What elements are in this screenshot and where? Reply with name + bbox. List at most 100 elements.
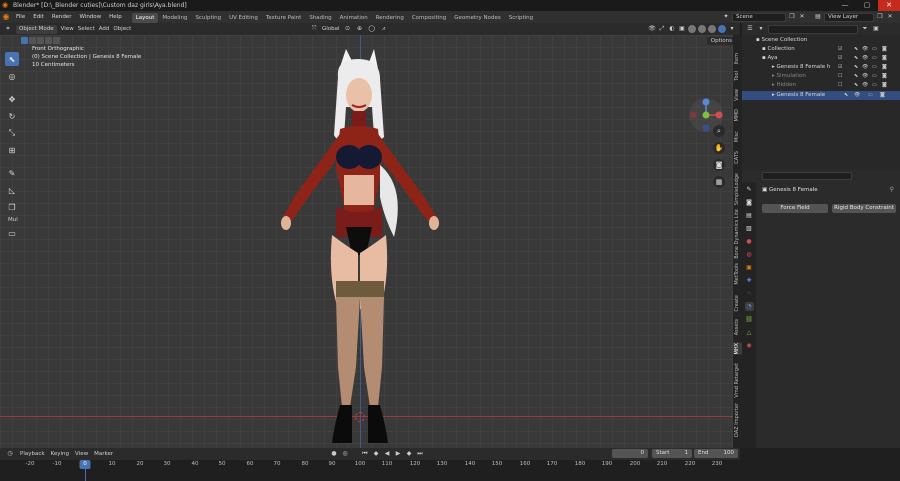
filter-icon[interactable]: ⏷ bbox=[861, 25, 869, 33]
render-properties-icon[interactable]: ◙ bbox=[745, 198, 754, 207]
new-collection-icon[interactable]: ▣ bbox=[872, 25, 880, 33]
close-button[interactable]: ✕ bbox=[878, 0, 900, 11]
select-arrow-icon[interactable]: ⬉ bbox=[854, 81, 858, 90]
auto-key-icon[interactable]: ◎ bbox=[341, 449, 349, 459]
menu-select[interactable]: Select bbox=[78, 26, 95, 32]
checkbox-icon[interactable]: ☑ bbox=[838, 63, 842, 72]
eye-icon[interactable]: 👁 bbox=[854, 91, 860, 100]
solid-shading-icon[interactable] bbox=[698, 25, 706, 33]
viewport-icon[interactable]: ▭ bbox=[872, 72, 877, 81]
rendered-shading-icon[interactable] bbox=[718, 25, 726, 33]
annotate-tool-icon[interactable]: ✎ bbox=[5, 166, 19, 180]
workspace-tab-modeling[interactable]: Modeling bbox=[158, 13, 191, 23]
rotate-tool-icon[interactable]: ↻ bbox=[5, 109, 19, 123]
add-cube-tool-icon[interactable]: ❒ bbox=[5, 200, 19, 214]
select-intersect-icon[interactable] bbox=[53, 37, 60, 44]
menu-marker[interactable]: Marker bbox=[94, 451, 113, 457]
gizmo-toggle-icon[interactable]: ⤢ bbox=[658, 25, 666, 33]
sidebar-tab-tool[interactable]: Tool bbox=[733, 71, 742, 81]
blender-logo-icon[interactable]: ◉ bbox=[0, 11, 12, 23]
render-camera-icon[interactable]: ◙ bbox=[882, 72, 887, 81]
menu-keying[interactable]: Keying bbox=[51, 451, 69, 457]
camera-icon[interactable]: ◙ bbox=[713, 159, 725, 171]
snap-icon[interactable]: ⊕ bbox=[356, 25, 364, 33]
view-layer-field[interactable]: View Layer bbox=[824, 12, 874, 22]
menu-add[interactable]: Add bbox=[99, 26, 110, 32]
viewport-icon[interactable]: ▭ bbox=[872, 54, 877, 63]
menu-timeline-view[interactable]: View bbox=[75, 451, 88, 457]
menu-file[interactable]: File bbox=[12, 11, 29, 23]
sidebar-tab-misc[interactable]: Misc bbox=[733, 131, 742, 142]
data-properties-icon[interactable]: △ bbox=[745, 328, 754, 337]
outliner-row[interactable]: ▸ Hidden ☐ ⬉ 👁 ▭ ◙ bbox=[742, 81, 900, 90]
maximize-button[interactable]: ▢ bbox=[856, 0, 878, 11]
checkbox-icon[interactable]: ☐ bbox=[838, 72, 842, 81]
outliner-row[interactable]: ▪ Scene Collection bbox=[742, 36, 900, 45]
material-properties-icon[interactable]: ◉ bbox=[745, 341, 754, 350]
scene-field[interactable]: Scene bbox=[732, 12, 786, 22]
eye-icon[interactable]: 👁 bbox=[862, 72, 868, 81]
sidebar-tab-mettools[interactable]: MetTools bbox=[733, 263, 742, 285]
eye-icon[interactable]: 👁 bbox=[862, 45, 868, 54]
xray-icon[interactable]: ▣ bbox=[678, 25, 686, 33]
editor-type-icon[interactable]: ⌗ bbox=[4, 25, 12, 33]
select-invert-icon[interactable] bbox=[45, 37, 52, 44]
modifier-properties-icon[interactable]: ✚ bbox=[745, 276, 754, 285]
end-frame-field[interactable]: End 100 bbox=[694, 449, 738, 458]
viewport-icon[interactable]: ▭ bbox=[872, 63, 877, 72]
workspace-tab-compositing[interactable]: Compositing bbox=[408, 13, 450, 23]
display-mode-icon[interactable]: ▾ bbox=[757, 25, 765, 33]
new-view-layer-icon[interactable]: ❐ bbox=[876, 13, 884, 21]
tool-properties-icon[interactable]: ✎ bbox=[745, 185, 754, 194]
select-extend-icon[interactable] bbox=[29, 37, 36, 44]
shading-dropdown-icon[interactable]: ▾ bbox=[728, 25, 736, 33]
sidebar-tab-vmd-retarget[interactable]: Vmd Retarget bbox=[733, 363, 742, 398]
physics-properties-icon[interactable]: ◔ bbox=[744, 302, 754, 311]
overlays-icon[interactable]: ◐ bbox=[668, 25, 676, 33]
workspace-tab-uv-editing[interactable]: UV Editing bbox=[225, 13, 262, 23]
prev-keyframe-icon[interactable]: ◆ bbox=[372, 449, 380, 459]
menu-render[interactable]: Render bbox=[48, 11, 76, 23]
pin-icon[interactable]: ⚲ bbox=[890, 186, 894, 193]
viewport-icon[interactable]: ▭ bbox=[868, 91, 873, 100]
sidebar-tab-mhx[interactable]: MHX bbox=[733, 343, 742, 355]
delete-view-layer-icon[interactable]: ✕ bbox=[886, 13, 894, 21]
sidebar-tab-create[interactable]: Create bbox=[733, 295, 742, 312]
options-dropdown[interactable]: Options bbox=[706, 37, 736, 45]
render-camera-icon[interactable]: ◙ bbox=[882, 81, 887, 90]
start-frame-field[interactable]: Start 1 bbox=[652, 449, 692, 458]
play-icon[interactable]: ▶ bbox=[394, 449, 402, 459]
pivot-icon[interactable]: ⊙ bbox=[344, 25, 352, 33]
view-layer-properties-icon[interactable]: ▧ bbox=[745, 224, 754, 233]
play-reverse-icon[interactable]: ◀ bbox=[383, 449, 391, 459]
select-subtract-icon[interactable] bbox=[37, 37, 44, 44]
select-arrow-icon[interactable]: ⬉ bbox=[844, 91, 848, 100]
outliner-row[interactable]: ▸ Genesis 8 Female h ☑ ⬉ 👁 ▭ ◙ bbox=[742, 63, 900, 72]
checkbox-icon[interactable]: ☑ bbox=[838, 54, 842, 63]
sidebar-tab-mmd[interactable]: MMD bbox=[733, 109, 742, 121]
menu-help[interactable]: Help bbox=[105, 11, 126, 23]
material-shading-icon[interactable] bbox=[708, 25, 716, 33]
record-icon[interactable]: ● bbox=[330, 449, 338, 459]
select-arrow-icon[interactable]: ⬉ bbox=[854, 45, 858, 54]
wireframe-shading-icon[interactable] bbox=[688, 25, 696, 33]
move-tool-icon[interactable]: ✥ bbox=[5, 92, 19, 106]
jump-start-icon[interactable]: ⏮ bbox=[361, 449, 369, 459]
checkbox-icon[interactable]: ☑ bbox=[838, 45, 842, 54]
output-properties-icon[interactable]: ▤ bbox=[745, 211, 754, 220]
scale-tool-icon[interactable]: ⤡ bbox=[5, 126, 19, 140]
constraint-properties-icon[interactable]: ⛓ bbox=[745, 315, 754, 324]
select-arrow-icon[interactable]: ⬉ bbox=[854, 72, 858, 81]
menu-playback[interactable]: Playback bbox=[20, 451, 45, 457]
checkbox-icon[interactable]: ☐ bbox=[838, 81, 842, 90]
viewport-icon[interactable]: ▭ bbox=[872, 45, 877, 54]
menu-window[interactable]: Window bbox=[75, 11, 105, 23]
delete-scene-icon[interactable]: ✕ bbox=[798, 13, 806, 21]
select-tool-icon[interactable]: ⬉ bbox=[5, 52, 19, 66]
eye-icon[interactable]: 👁 bbox=[862, 81, 868, 90]
sidebar-tab-cats[interactable]: CATS bbox=[733, 151, 742, 164]
proportional-falloff-icon[interactable]: ⩘ bbox=[380, 25, 388, 33]
eye-icon[interactable]: 👁 bbox=[862, 54, 868, 63]
sidebar-tab-simplelodge[interactable]: SimpleLodge bbox=[733, 173, 742, 205]
extra-tool-icon[interactable]: ▭ bbox=[5, 226, 19, 240]
